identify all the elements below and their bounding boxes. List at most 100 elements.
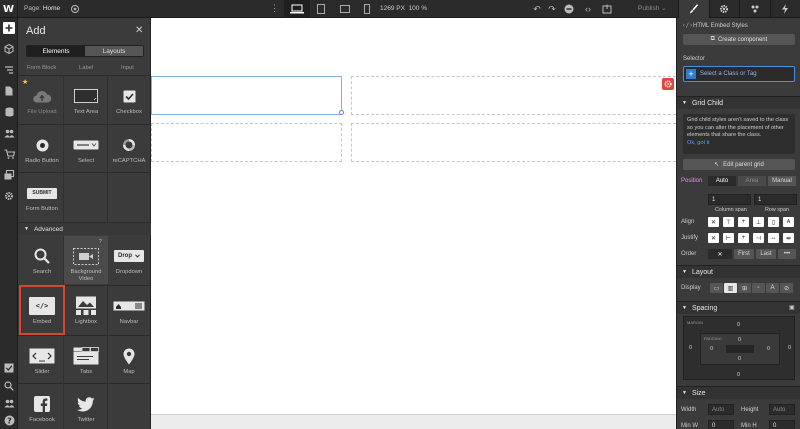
margin-bottom-value[interactable]: 0 [737,372,740,378]
audit-checkbox-icon[interactable] [3,362,15,374]
element-search[interactable]: Search [20,236,64,284]
users-icon[interactable] [3,127,15,139]
add-elements-icon[interactable] [3,22,15,34]
redo-icon[interactable]: ↷ [546,3,558,15]
justify-start-icon[interactable]: ⊢ [723,233,734,243]
size-section-header[interactable]: ▼ Size [677,386,800,399]
order-last-button[interactable]: Last [756,249,776,259]
align-center-icon[interactable]: + [738,217,749,227]
element-radio-button[interactable]: Radio Button [20,125,64,173]
position-auto-button[interactable]: Auto [708,176,736,186]
grid-cell-embed-selected[interactable] [151,76,342,115]
height-input[interactable]: Auto [769,404,795,415]
close-icon[interactable]: ✕ [135,25,143,36]
export-icon[interactable] [601,3,613,15]
grid-cell[interactable] [351,123,681,162]
order-more-button[interactable]: ••• [778,249,796,259]
canvas-horizontal-scrollbar[interactable] [151,414,676,429]
display-block-icon[interactable]: ▭ [710,283,723,293]
display-grid-icon[interactable]: ⊞ [738,283,751,293]
design-canvas[interactable] [151,18,681,429]
element-settings-badge[interactable] [662,78,674,90]
element-lightbox[interactable]: Lightbox [64,286,108,334]
layout-section-header[interactable]: ▼ Layout [677,265,800,278]
order-auto-x-icon[interactable]: ✕ [708,249,732,259]
align-stretch-icon[interactable]: ▯ [768,217,779,227]
style-brush-icon[interactable] [678,0,709,18]
pages-icon[interactable] [3,85,15,97]
justify-center-icon[interactable]: + [738,233,749,243]
tab-layouts[interactable]: Layouts [85,46,143,56]
comments-icon[interactable] [563,3,575,15]
padding-left-value[interactable]: 0 [710,346,713,352]
min-width-input[interactable]: 0 [708,420,734,429]
element-text-area[interactable]: Text Area [64,76,108,124]
help-question-icon[interactable]: ? [3,414,15,426]
webflow-logo-icon[interactable]: W [0,0,18,18]
code-export-icon[interactable]: ‹› [582,3,594,15]
row-span-input[interactable]: 1 [754,194,797,205]
grid-cell[interactable] [351,76,681,115]
ecommerce-cart-icon[interactable] [3,148,15,160]
undo-icon[interactable]: ↶ [531,3,543,15]
element-recaptcha[interactable]: reCAPTCHA [107,125,151,173]
align-auto-x-icon[interactable]: ✕ [708,217,719,227]
element-navbar[interactable]: Navbar [107,286,151,334]
column-span-input[interactable]: 1 [708,194,751,205]
element-dropdown[interactable]: Drop Dropdown [107,236,151,284]
element-map[interactable]: Map [107,336,151,384]
form-block-label[interactable]: Form Block [27,65,56,71]
cms-database-icon[interactable] [3,106,15,118]
label-element-label[interactable]: Label [79,65,93,71]
spacing-settings-icon[interactable]: ▣ [789,304,795,311]
padding-top-value[interactable]: 0 [738,337,741,343]
class-selector-input[interactable]: + Select a Class or Tag [683,66,795,82]
interactions-bolt-icon[interactable] [769,0,800,18]
create-component-button[interactable]: ⧉ Create component [683,34,795,45]
align-end-icon[interactable]: ⊥ [753,217,764,227]
element-facebook[interactable]: Facebook [20,384,64,429]
justify-auto-x-icon[interactable]: ✕ [708,233,719,243]
publish-button[interactable]: Publish ⌄ [638,4,667,12]
grid-cell[interactable] [151,123,342,162]
style-manager-icon[interactable] [739,0,770,18]
advanced-section-header[interactable]: ▼ Advanced [18,223,151,235]
collaborators-icon[interactable] [3,397,15,409]
position-manual-button[interactable]: Manual [768,176,796,186]
padding-bottom-value[interactable]: 0 [738,356,741,362]
element-twitter[interactable]: Twitter [64,384,108,429]
padding-right-value[interactable]: 0 [767,346,770,352]
element-embed[interactable]: </> Embed [19,285,65,335]
justify-stretch-icon[interactable]: ↔ [768,233,779,243]
margin-right-value[interactable]: 0 [788,345,791,351]
align-start-icon[interactable]: ⊤ [723,217,734,227]
order-first-button[interactable]: First [734,249,754,259]
edit-parent-grid-button[interactable]: ↖ Edit parent grid [683,159,795,170]
element-tabs[interactable]: Tabs [64,336,108,384]
element-form-button[interactable]: SUBMIT Form Button [20,173,64,221]
assets-images-icon[interactable] [3,169,15,181]
display-inline-block-icon[interactable]: ▫ [752,283,765,293]
search-icon[interactable] [3,380,15,392]
desktop-breakpoint-icon[interactable] [284,0,310,18]
symbols-cube-icon[interactable] [3,43,15,55]
tab-elements[interactable]: Elements [27,46,85,56]
more-options-icon[interactable]: ⋮ [270,3,279,13]
element-slider[interactable]: Slider [20,336,64,384]
grid-child-section-header[interactable]: ▼ Grid Child [677,96,800,109]
align-baseline-icon[interactable]: A [783,217,794,227]
settings-cog-icon[interactable] [3,190,15,202]
justify-space-icon[interactable]: ⇹ [783,233,794,243]
tablet-breakpoint-icon[interactable] [308,0,334,18]
page-selector[interactable]: Page: Home [24,5,60,12]
position-area-button[interactable]: Area [738,176,766,186]
justify-end-icon[interactable]: ⊣ [753,233,764,243]
element-select[interactable]: Select [64,125,108,173]
display-flex-icon[interactable]: ▥ [724,283,737,293]
width-input[interactable]: Auto [708,404,734,415]
element-checkbox[interactable]: Checkbox [107,76,151,124]
preview-eye-icon[interactable] [70,4,80,14]
spacing-box-model[interactable]: MARGIN 0 0 0 0 PADDING 0 0 0 0 [683,316,795,380]
input-element-label[interactable]: Input [121,65,134,71]
min-height-input[interactable]: 0 [769,420,795,429]
